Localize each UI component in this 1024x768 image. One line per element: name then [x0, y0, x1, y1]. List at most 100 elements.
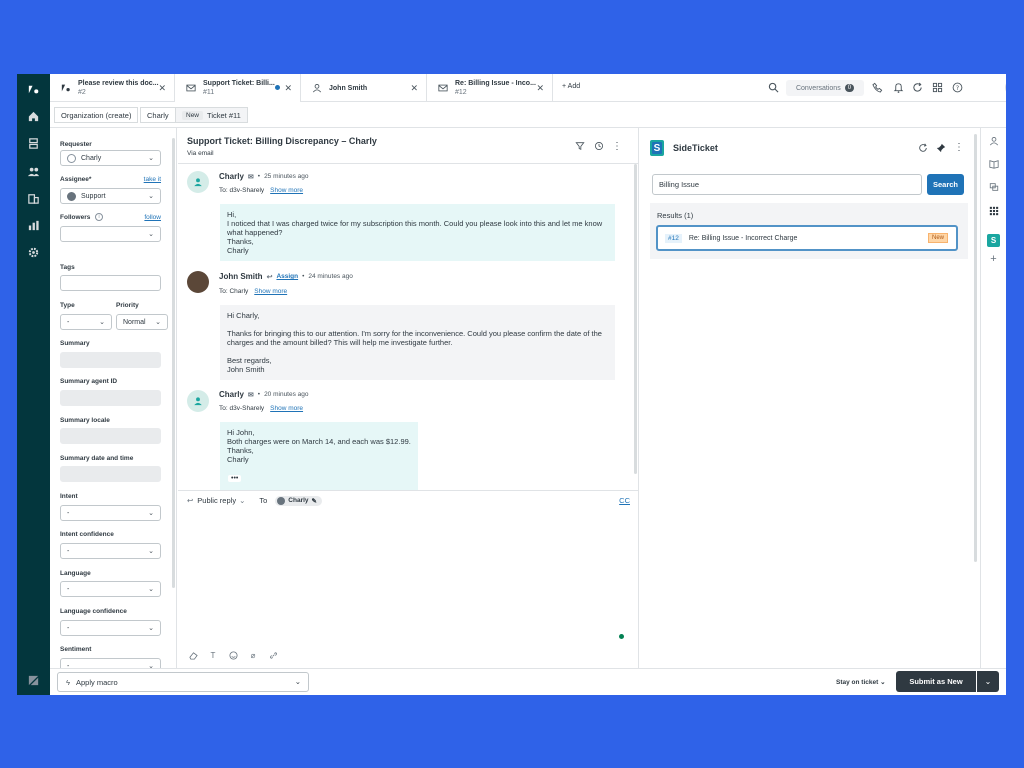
- search-input[interactable]: Billing Issue: [652, 174, 922, 195]
- language-confidence-select[interactable]: - ⌄: [60, 620, 161, 636]
- apps-grid-icon[interactable]: [987, 204, 1000, 217]
- sideticket-app-icon[interactable]: S: [987, 234, 1000, 247]
- language-select[interactable]: - ⌄: [60, 581, 161, 597]
- more-options-icon[interactable]: ⋮: [954, 142, 964, 153]
- priority-select[interactable]: Normal ⌄: [116, 314, 168, 330]
- close-icon[interactable]: ✕: [158, 83, 166, 94]
- emoji-icon[interactable]: [228, 650, 238, 660]
- attachment-icon[interactable]: ⌀: [248, 650, 258, 660]
- requester-field[interactable]: Charly ⌄: [60, 150, 161, 166]
- conversation-scrollbar[interactable]: [634, 164, 637, 474]
- customers-icon[interactable]: [25, 163, 42, 180]
- phone-icon[interactable]: [871, 81, 884, 94]
- close-icon[interactable]: ✕: [284, 83, 292, 94]
- search-button[interactable]: Search: [927, 174, 964, 195]
- recipient-chip[interactable]: Charly ✎: [275, 495, 322, 506]
- show-more-link[interactable]: Show more: [270, 405, 303, 412]
- tab-document-review[interactable]: Please review this doc... #2 ✕: [50, 74, 175, 102]
- assignee-field[interactable]: Support ⌄: [60, 188, 161, 204]
- views-icon[interactable]: [25, 135, 42, 152]
- link-icon[interactable]: [268, 650, 278, 660]
- profile-avatar[interactable]: [1005, 79, 1006, 96]
- tab-john-smith[interactable]: John Smith ✕: [301, 74, 427, 102]
- info-icon[interactable]: i: [95, 213, 103, 221]
- type-select[interactable]: - ⌄: [60, 314, 112, 330]
- app-window: Please review this doc... #2 ✕ Support Ti…: [17, 74, 1006, 695]
- refresh-icon[interactable]: [918, 143, 929, 154]
- properties-scrollbar[interactable]: [172, 138, 175, 588]
- stay-on-ticket-label: Stay on ticket: [836, 679, 879, 686]
- intent-select[interactable]: - ⌄: [60, 505, 161, 521]
- follow-link[interactable]: follow: [144, 214, 161, 221]
- add-app-icon[interactable]: +: [987, 252, 1000, 265]
- pin-icon[interactable]: [936, 143, 947, 154]
- chat-icon[interactable]: [987, 180, 1000, 193]
- tab-bar: Please review this doc... #2 ✕ Support Ti…: [50, 74, 1006, 102]
- apps-grid-icon[interactable]: [931, 81, 944, 94]
- results-panel: Results (1) #12 Re: Billing Issue - Inco…: [650, 203, 968, 259]
- knowledge-icon[interactable]: [987, 157, 1000, 170]
- chevron-down-icon: ⌄: [148, 231, 154, 238]
- admin-gear-icon[interactable]: [25, 244, 42, 261]
- reporting-icon[interactable]: [25, 217, 42, 234]
- recipient-text: To: d3v-Sharely: [219, 187, 265, 194]
- status-badge: New: [182, 110, 204, 120]
- bell-icon[interactable]: [892, 81, 905, 94]
- tab-support-ticket[interactable]: Support Ticket: Billi... #11 ✕: [175, 74, 301, 102]
- expand-quote-icon[interactable]: •••: [228, 475, 242, 482]
- tab-title: Re: Billing Issue - Inco...: [455, 80, 536, 87]
- stay-on-ticket-dropdown[interactable]: Stay on ticket ⌄: [836, 678, 886, 686]
- crumb-organization[interactable]: Organization (create): [54, 107, 139, 123]
- close-icon[interactable]: ✕: [410, 83, 418, 94]
- filter-icon[interactable]: [574, 140, 586, 152]
- pencil-icon[interactable]: ✎: [312, 497, 317, 505]
- text-format-icon[interactable]: T: [208, 650, 218, 660]
- result-title: Re: Billing Issue - Incorrect Charge: [688, 234, 798, 242]
- type-value: -: [67, 318, 70, 326]
- search-icon[interactable]: [767, 81, 780, 94]
- zendesk-tab-icon: [60, 82, 72, 94]
- message-body: Hi, I noticed that I was charged twice f…: [220, 204, 615, 261]
- submit-options-button[interactable]: ⌄: [977, 671, 999, 692]
- breadcrumb: Organization (create) Charly New Ticket #…: [50, 102, 1006, 128]
- tags-field[interactable]: [60, 275, 161, 291]
- conversations-button[interactable]: Conversations 0: [786, 80, 864, 96]
- tab-billing-issue[interactable]: Re: Billing Issue - Inco... #12 ✕: [427, 74, 553, 102]
- reply-mode-dropdown[interactable]: Public reply: [197, 496, 236, 505]
- assign-link[interactable]: Assign: [276, 273, 298, 280]
- history-icon[interactable]: [593, 140, 605, 152]
- composer-toolbar: T ⌀: [188, 650, 278, 660]
- apply-macro-dropdown[interactable]: ϟ Apply macro ⌄: [57, 672, 309, 692]
- user-icon[interactable]: [987, 134, 1000, 147]
- author-name: Charly: [219, 390, 244, 399]
- tab-title: Support Ticket: Billi...: [203, 80, 275, 87]
- crumb-requester[interactable]: Charly: [140, 107, 176, 123]
- organizations-icon[interactable]: [25, 190, 42, 207]
- show-more-link[interactable]: Show more: [270, 187, 303, 194]
- cc-link[interactable]: CC: [619, 496, 630, 505]
- main-nav: [17, 74, 50, 695]
- message-time: 20 minutes ago: [264, 391, 309, 398]
- app-scrollbar[interactable]: [974, 134, 977, 562]
- close-icon[interactable]: ✕: [536, 83, 544, 94]
- show-more-link[interactable]: Show more: [254, 288, 287, 295]
- reply-textarea[interactable]: [178, 511, 639, 641]
- add-tab-button[interactable]: + Add: [562, 83, 580, 90]
- result-item[interactable]: #12 Re: Billing Issue - Incorrect Charge…: [656, 225, 958, 251]
- help-icon[interactable]: ?: [951, 81, 964, 94]
- reply-composer-header: ↩ Public reply ⌄ To Charly ✎ CC: [178, 490, 639, 510]
- summary-date-label: Summary date and time: [60, 455, 134, 462]
- more-options-icon[interactable]: ⋮: [611, 140, 623, 152]
- followers-field[interactable]: ⌄: [60, 226, 161, 242]
- crumb-ticket[interactable]: New Ticket #11: [175, 107, 248, 123]
- zendesk-logo-icon[interactable]: [25, 81, 42, 98]
- eraser-icon[interactable]: [188, 650, 198, 660]
- submit-button[interactable]: Submit as New: [896, 671, 976, 692]
- zendesk-products-icon[interactable]: [25, 672, 42, 689]
- requester-label: Requester: [60, 141, 92, 148]
- take-it-link[interactable]: take it: [144, 176, 161, 183]
- sentiment-select[interactable]: - ⌄: [60, 658, 161, 668]
- refresh-icon[interactable]: [911, 81, 924, 94]
- home-icon[interactable]: [25, 108, 42, 125]
- intent-confidence-select[interactable]: - ⌄: [60, 543, 161, 559]
